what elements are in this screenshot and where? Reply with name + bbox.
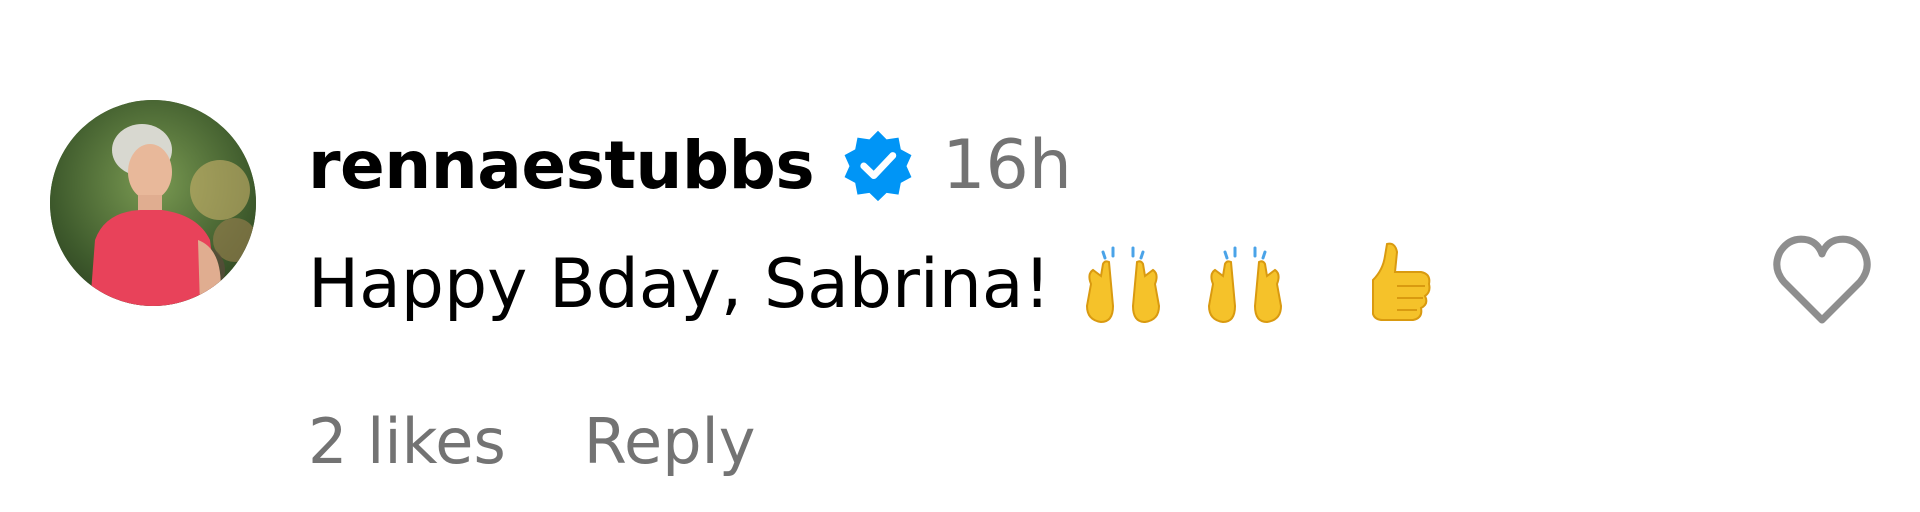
verified-badge-icon: [840, 127, 916, 203]
comment-text: Happy Bday, Sabrina!: [308, 244, 1051, 324]
comment-meta: 2 likes Reply: [308, 398, 755, 484]
heart-outline-icon: [1773, 235, 1871, 324]
comment-body: Happy Bday, Sabrina!: [308, 234, 1447, 334]
likes-count[interactable]: 2 likes: [308, 405, 506, 478]
raising-hands-icon: [1195, 234, 1295, 334]
avatar-image: [50, 100, 256, 306]
reply-button[interactable]: Reply: [584, 405, 756, 478]
comment-header: rennaestubbs 16h: [308, 120, 1072, 210]
username-link[interactable]: rennaestubbs: [308, 127, 815, 204]
raising-hands-icon: [1073, 234, 1173, 334]
timestamp[interactable]: 16h: [942, 126, 1072, 205]
thumbs-up-icon: [1347, 234, 1447, 334]
comment: rennaestubbs 16h Happy Bday, Sabrina! 2 …: [0, 0, 1920, 512]
avatar[interactable]: [50, 100, 256, 306]
like-button[interactable]: [1768, 230, 1876, 330]
